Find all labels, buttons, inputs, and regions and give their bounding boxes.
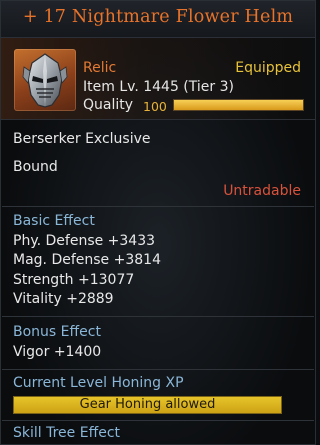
divider xyxy=(2,369,314,370)
bind-status: Bound xyxy=(13,159,58,175)
quality-label: Quality xyxy=(83,97,134,113)
item-header: Relic Equipped Item Lv. 1445 (Tier 3) Qu… xyxy=(1,38,315,120)
quality-value: 100 xyxy=(143,99,167,114)
stat-line: Phy. Defense +3433 xyxy=(13,233,156,249)
quality-bar xyxy=(173,99,304,111)
equipped-status: Equipped xyxy=(235,60,301,76)
divider xyxy=(2,316,314,317)
divider xyxy=(2,420,314,421)
honing-xp-label: Current Level Honing XP xyxy=(13,375,184,391)
honing-xp-bar: Gear Honing allowed xyxy=(13,396,282,414)
item-level: Item Lv. 1445 (Tier 3) xyxy=(83,79,234,95)
trade-status: Untradable xyxy=(223,183,301,199)
divider xyxy=(2,206,314,207)
basic-effect-label: Basic Effect xyxy=(13,213,95,229)
item-tooltip: + 17 Nightmare Flower Helm Relic Equippe… xyxy=(0,0,316,445)
bonus-stat-line: Vigor +1400 xyxy=(13,344,102,360)
stat-line: Strength +13077 xyxy=(13,272,135,288)
title-bar: + 17 Nightmare Flower Helm xyxy=(1,1,315,38)
quality-bar-fill xyxy=(174,100,303,110)
skill-tree-effect-label: Skill Tree Effect xyxy=(13,425,121,441)
stat-line: Vitality +2889 xyxy=(13,291,114,307)
bonus-effect-label: Bonus Effect xyxy=(13,324,101,340)
item-grade: Relic xyxy=(83,60,117,76)
class-restriction: Berserker Exclusive xyxy=(13,131,151,147)
item-name: + 17 Nightmare Flower Helm xyxy=(22,7,294,27)
stat-line: Mag. Defense +3814 xyxy=(13,252,161,268)
helm-icon xyxy=(14,49,76,111)
